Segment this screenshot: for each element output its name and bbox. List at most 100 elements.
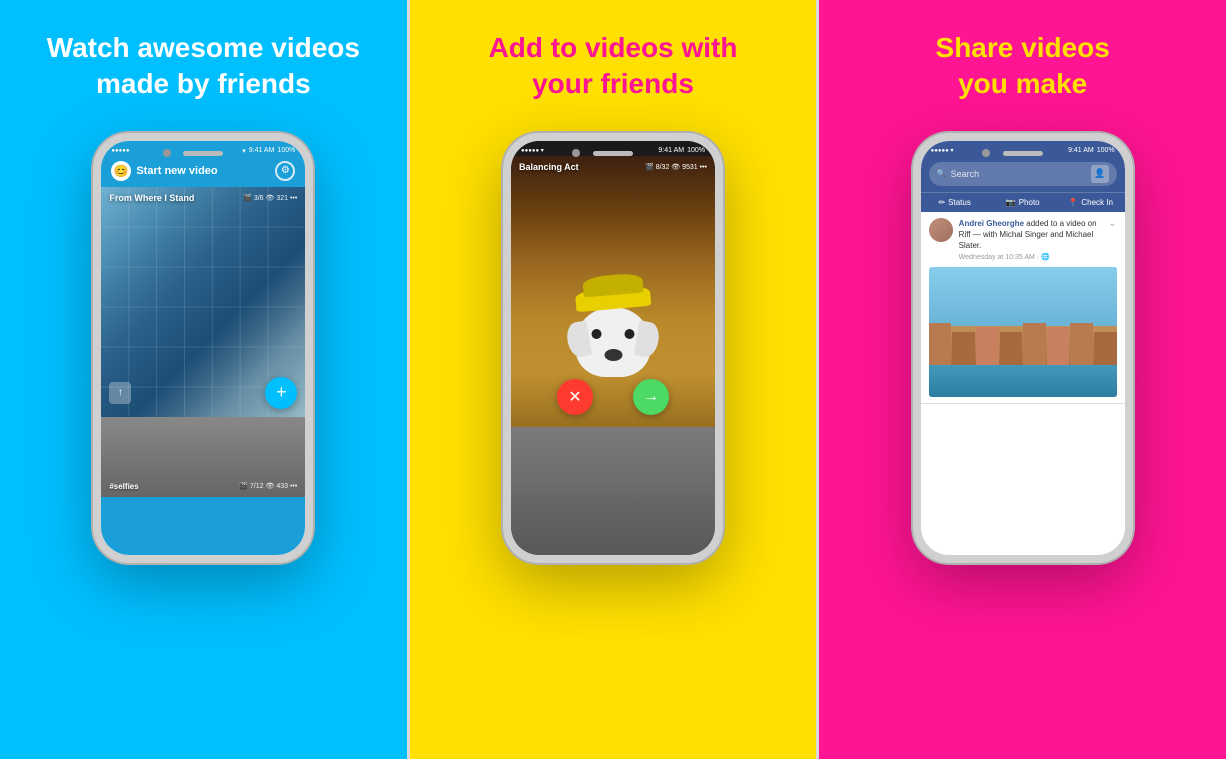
dog-head xyxy=(576,307,651,377)
fb-header: 🔍 Search 👤 xyxy=(921,156,1125,192)
profile-icon: 👤 xyxy=(1091,165,1109,183)
settings-icon[interactable]: ⚙ xyxy=(275,161,295,181)
phone-1-frame: ●●●●● ▾ 9:41 AM 100% 😊 Start new video ⚙ xyxy=(93,133,313,563)
aerial-buildings xyxy=(929,323,1117,365)
checkin-label: Check In xyxy=(1081,198,1113,207)
reject-button[interactable]: ✕ xyxy=(557,379,593,415)
panel-watch: Watch awesome videos made by friends ●●●… xyxy=(0,0,407,759)
post-avatar xyxy=(929,218,953,242)
feed-item-1-meta: 🎬 3/6 👁 321 ••• xyxy=(243,194,297,202)
building-row xyxy=(929,323,1117,365)
feed-item-2-info: #selfies 🎬 7/12 👁 433 ••• xyxy=(109,482,297,491)
feed-item-1-bottom: ↑ + xyxy=(109,377,297,409)
panel-watch-title: Watch awesome videos made by friends xyxy=(27,0,380,123)
video-meta: 🎬 8/32 👁 9531 ••• xyxy=(645,163,707,171)
video-controls: ✕ → xyxy=(511,379,715,415)
post-image xyxy=(929,267,1117,397)
video-title: Balancing Act xyxy=(519,162,579,172)
search-placeholder: Search xyxy=(951,169,980,179)
dog-ear-right xyxy=(634,320,662,358)
fb-post-header: Andrei Gheorghe added to a video on Riff… xyxy=(929,218,1117,262)
post-text-block: Andrei Gheorghe added to a video on Riff… xyxy=(959,218,1103,262)
dog-nose xyxy=(604,349,622,361)
phone-2-frame: ●●●●● ▾ 9:41 AM 100% Balancing Act � xyxy=(503,133,723,563)
phone-2-speaker xyxy=(593,151,633,156)
phone-1-feed: From Where I Stand 🎬 3/6 👁 321 ••• ↑ + #… xyxy=(101,187,305,555)
panel-add-title: Add to videos with your friends xyxy=(469,0,758,123)
start-video-label: Start new video xyxy=(136,165,217,177)
dog-video: Balancing Act 🎬 8/32 👁 9531 ••• xyxy=(511,156,715,427)
building-2 xyxy=(952,332,975,365)
building-3 xyxy=(976,327,999,364)
building-5 xyxy=(1023,323,1046,365)
post-time: Wednesday at 10:35 AM · 🌐 xyxy=(959,253,1103,261)
building-4 xyxy=(1000,332,1023,365)
p2-status-right: 9:41 AM 100% xyxy=(658,147,705,154)
phone-1-camera xyxy=(163,149,171,157)
signal-dots: ●●●●● xyxy=(111,148,129,154)
p3-signal: ●●●●● ▾ xyxy=(931,147,954,154)
nav-photo[interactable]: 📷 Photo xyxy=(989,193,1057,212)
post-text: Andrei Gheorghe added to a video on Riff… xyxy=(959,218,1103,252)
feed-item-1-title: From Where I Stand xyxy=(109,193,194,203)
phone-1: ●●●●● ▾ 9:41 AM 100% 😊 Start new video ⚙ xyxy=(93,133,313,563)
feed-item-2[interactable]: #selfies 🎬 7/12 👁 433 ••• xyxy=(101,417,305,497)
accept-button[interactable]: → xyxy=(633,379,669,415)
dog-eye-right xyxy=(625,329,635,339)
video-preview xyxy=(511,427,715,555)
nav-status[interactable]: ✏ Status xyxy=(921,193,989,212)
preview-bg xyxy=(511,427,715,555)
phone-3: ●●●●● ▾ 9:41 AM 100% 🔍 Search 👤 xyxy=(913,133,1133,563)
status-wifi: ▾ xyxy=(242,147,246,155)
status-label: Status xyxy=(948,198,971,207)
status-time: 9:41 AM xyxy=(249,147,275,154)
start-video-button[interactable]: 😊 Start new video xyxy=(111,161,217,181)
fb-search-bar[interactable]: 🔍 Search 👤 xyxy=(929,162,1117,186)
hashtag-label: #selfies xyxy=(109,482,138,491)
phone-1-toolbar: 😊 Start new video ⚙ xyxy=(101,157,305,187)
p2-battery: 100% xyxy=(687,147,705,154)
p3-battery: 100% xyxy=(1097,147,1115,154)
video-info: Balancing Act 🎬 8/32 👁 9531 ••• xyxy=(519,162,707,172)
post-chevron[interactable]: ⌄ xyxy=(1108,218,1116,229)
feed-item-2-meta: 🎬 7/12 👁 433 ••• xyxy=(239,482,297,491)
search-icon: 🔍 xyxy=(937,169,947,178)
dog-ear-left xyxy=(565,320,593,358)
building-8 xyxy=(1094,332,1117,365)
avatar-image xyxy=(929,218,953,242)
phone-1-screen: ●●●●● ▾ 9:41 AM 100% 😊 Start new video ⚙ xyxy=(101,141,305,555)
p2-time: 9:41 AM xyxy=(658,147,684,154)
phone-3-screen: ●●●●● ▾ 9:41 AM 100% 🔍 Search 👤 xyxy=(921,141,1125,555)
panel-share: Share videos you make ●●●●● ▾ 9:41 AM 10… xyxy=(819,0,1226,759)
photo-label: Photo xyxy=(1019,198,1040,207)
fb-nav-bar: ✏ Status 📷 Photo 📍 Check In xyxy=(921,192,1125,212)
p2-signal: ●●●●● ▾ xyxy=(521,147,544,154)
phone-3-speaker xyxy=(1003,151,1043,156)
status-battery: 100% xyxy=(277,147,295,154)
phone-2-screen: ●●●●● ▾ 9:41 AM 100% Balancing Act � xyxy=(511,141,715,555)
building-6 xyxy=(1047,327,1070,364)
nav-checkin[interactable]: 📍 Check In xyxy=(1057,193,1125,212)
phone-2-content: Balancing Act 🎬 8/32 👁 9531 ••• xyxy=(511,156,715,555)
dog-eye-left xyxy=(592,329,602,339)
phone-3-camera xyxy=(982,149,990,157)
post-author: Andrei Gheorghe xyxy=(959,219,1024,228)
share-button[interactable]: ↑ xyxy=(109,382,131,404)
checkin-icon: 📍 xyxy=(1068,198,1078,207)
panel-add: Add to videos with your friends ●●●●● ▾ … xyxy=(410,0,817,759)
smiley-icon: 😊 xyxy=(111,161,131,181)
phone-1-speaker xyxy=(183,151,223,156)
aerial-sky xyxy=(929,267,1117,326)
status-icon: ✏ xyxy=(938,198,945,207)
photo-icon: 📷 xyxy=(1006,198,1016,207)
building-1 xyxy=(929,323,952,365)
fb-post: Andrei Gheorghe added to a video on Riff… xyxy=(921,212,1125,405)
p3-time: 9:41 AM xyxy=(1068,147,1094,154)
feed-item-1[interactable]: From Where I Stand 🎬 3/6 👁 321 ••• ↑ + xyxy=(101,187,305,417)
profile-silhouette: 👤 xyxy=(1094,168,1105,179)
phone-3-frame: ●●●●● ▾ 9:41 AM 100% 🔍 Search 👤 xyxy=(913,133,1133,563)
phone-2-camera xyxy=(572,149,580,157)
feed-item-1-info: From Where I Stand 🎬 3/6 👁 321 ••• xyxy=(109,193,297,203)
add-button[interactable]: + xyxy=(265,377,297,409)
phone-2: ●●●●● ▾ 9:41 AM 100% Balancing Act � xyxy=(503,133,723,563)
